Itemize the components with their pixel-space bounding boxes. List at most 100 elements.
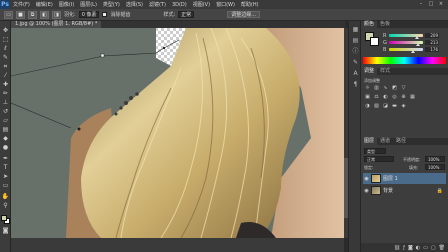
- channel-mixer-icon[interactable]: ⊕: [400, 94, 407, 100]
- crop-icon[interactable]: ⌗: [1, 63, 10, 71]
- layer-name[interactable]: 背景: [383, 187, 393, 194]
- dodge-icon[interactable]: ●: [1, 144, 10, 152]
- new-layer-icon[interactable]: ▢: [431, 245, 436, 251]
- add-selection-icon[interactable]: ⧉: [28, 10, 37, 19]
- visibility-eye-icon[interactable]: ◉: [364, 176, 369, 182]
- background-color-chip[interactable]: [370, 37, 379, 46]
- tab-swatches[interactable]: 色板: [377, 21, 393, 28]
- gradient-icon[interactable]: ▤: [1, 126, 10, 134]
- shape-icon[interactable]: ▭: [1, 182, 10, 190]
- eraser-icon[interactable]: ▱: [1, 117, 10, 125]
- quick-mask-icon[interactable]: ◙: [1, 227, 10, 235]
- tab-paths[interactable]: 路径: [393, 138, 409, 145]
- exposure-icon[interactable]: ◩: [391, 85, 398, 91]
- blend-mode-select[interactable]: 正常: [364, 156, 394, 162]
- green-value[interactable]: 213: [425, 40, 439, 45]
- fill-input[interactable]: 100%: [425, 164, 445, 170]
- document-tab[interactable]: 1.jpg @ 100% (图层 1, RGB/8#) *: [11, 21, 102, 28]
- mask-icon[interactable]: ◙: [408, 245, 413, 251]
- threshold-icon[interactable]: ◪: [382, 103, 389, 109]
- layer-kind-filter[interactable]: 类型: [364, 148, 386, 154]
- stamp-icon[interactable]: ⊥: [1, 99, 10, 107]
- link-icon[interactable]: ⛓: [394, 245, 400, 251]
- info-panel-icon[interactable]: ⓘ: [351, 48, 360, 56]
- lasso-icon[interactable]: ℓ: [1, 45, 10, 53]
- maximize-button[interactable]: □: [428, 2, 434, 7]
- layer-name[interactable]: 图层 1: [383, 175, 398, 182]
- tab-styles[interactable]: 样式: [377, 68, 393, 75]
- menu-3d[interactable]: 3D(D): [169, 2, 190, 8]
- posterize-icon[interactable]: ▧: [373, 103, 380, 109]
- healing-icon[interactable]: ✚: [1, 81, 10, 89]
- opacity-input[interactable]: 100%: [425, 156, 445, 162]
- hand-icon[interactable]: ✋: [1, 193, 10, 201]
- history-brush-icon[interactable]: ↺: [1, 108, 10, 116]
- tab-layers[interactable]: 图层: [361, 138, 378, 145]
- type-icon[interactable]: T: [1, 164, 10, 172]
- menu-edit[interactable]: 编辑(E): [33, 1, 56, 8]
- canvas[interactable]: [11, 28, 344, 238]
- intersect-selection-icon[interactable]: ◨: [52, 10, 61, 19]
- refine-edge-button[interactable]: 调整边缘...: [227, 11, 260, 18]
- curves-icon[interactable]: ∿: [382, 85, 389, 91]
- properties-panel-icon[interactable]: ▤: [351, 37, 360, 45]
- levels-icon[interactable]: ▥: [373, 85, 380, 91]
- blue-slider[interactable]: B 176: [383, 47, 445, 53]
- green-slider[interactable]: G 213: [383, 40, 445, 46]
- trash-icon[interactable]: 🗑: [439, 245, 445, 251]
- layer-row-1[interactable]: ◉ 图层 1: [363, 173, 446, 184]
- eyedropper-icon[interactable]: ⁄: [1, 72, 10, 80]
- menu-view[interactable]: 视图(V): [190, 1, 213, 8]
- menu-window[interactable]: 窗口(W): [213, 1, 238, 8]
- close-button[interactable]: ×: [438, 2, 444, 7]
- brush-panel-icon[interactable]: ✎: [351, 59, 360, 67]
- color-balance-icon[interactable]: ⚖: [373, 94, 380, 100]
- blue-value[interactable]: 176: [425, 47, 439, 52]
- menu-filter[interactable]: 滤镜(T): [146, 1, 169, 8]
- tab-color[interactable]: 颜色: [361, 21, 378, 28]
- visibility-eye-icon[interactable]: ◉: [364, 188, 369, 194]
- adjustment-layer-icon[interactable]: ◐: [416, 245, 420, 251]
- menu-layer[interactable]: 图层(L): [77, 1, 100, 8]
- tool-preset-icon[interactable]: ▭: [4, 10, 13, 19]
- menu-select[interactable]: 选择(S): [123, 1, 146, 8]
- path-select-icon[interactable]: ➤: [1, 173, 10, 181]
- style-select[interactable]: 正常: [178, 11, 195, 18]
- menu-type[interactable]: 类型(Y): [100, 1, 123, 8]
- move-icon[interactable]: ✥: [1, 27, 10, 35]
- zoom-icon[interactable]: ⚲: [1, 202, 10, 210]
- history-panel-icon[interactable]: ▦: [351, 26, 360, 34]
- foreground-color-swatch[interactable]: [1, 215, 7, 221]
- menu-help[interactable]: 帮助(H): [238, 1, 262, 8]
- tab-adjustments[interactable]: 调整: [361, 68, 378, 75]
- menu-image[interactable]: 图像(I): [56, 1, 77, 8]
- layer-row-2[interactable]: ◉ 背景 🔒: [363, 185, 446, 196]
- vibrance-icon[interactable]: ▽: [400, 85, 407, 91]
- pen-icon[interactable]: ✒: [1, 155, 10, 163]
- hue-saturation-icon[interactable]: ▣: [364, 94, 371, 100]
- group-icon[interactable]: ▭: [423, 245, 428, 251]
- blur-icon[interactable]: ◆: [1, 135, 10, 143]
- quick-select-icon[interactable]: ✎: [1, 54, 10, 62]
- brush-icon[interactable]: ✏: [1, 90, 10, 98]
- gradient-map-icon[interactable]: ▬: [391, 103, 398, 109]
- color-spectrum-bar[interactable]: [363, 57, 446, 64]
- marquee-icon[interactable]: ⬚: [1, 36, 10, 44]
- photo-filter-icon[interactable]: ◎: [391, 94, 398, 100]
- character-panel-icon[interactable]: A: [351, 70, 360, 78]
- red-slider[interactable]: R 209: [383, 33, 445, 39]
- brightness-icon[interactable]: ☼: [364, 85, 371, 91]
- invert-icon[interactable]: ◑: [364, 103, 371, 109]
- new-selection-icon[interactable]: ■: [16, 10, 25, 19]
- subtract-selection-icon[interactable]: ◧: [40, 10, 49, 19]
- fx-icon[interactable]: ƒ: [403, 245, 405, 251]
- color-lookup-icon[interactable]: ▦: [409, 94, 416, 100]
- menu-file[interactable]: 文件(F): [10, 1, 33, 8]
- black-white-icon[interactable]: ◐: [382, 94, 389, 100]
- minimize-button[interactable]: –: [418, 2, 424, 7]
- red-value[interactable]: 209: [425, 33, 439, 38]
- selective-color-icon[interactable]: ◈: [400, 103, 407, 109]
- feather-input[interactable]: 0 像素: [78, 11, 100, 18]
- tab-channels[interactable]: 通道: [377, 138, 393, 145]
- antialias-checkbox[interactable]: [102, 12, 108, 17]
